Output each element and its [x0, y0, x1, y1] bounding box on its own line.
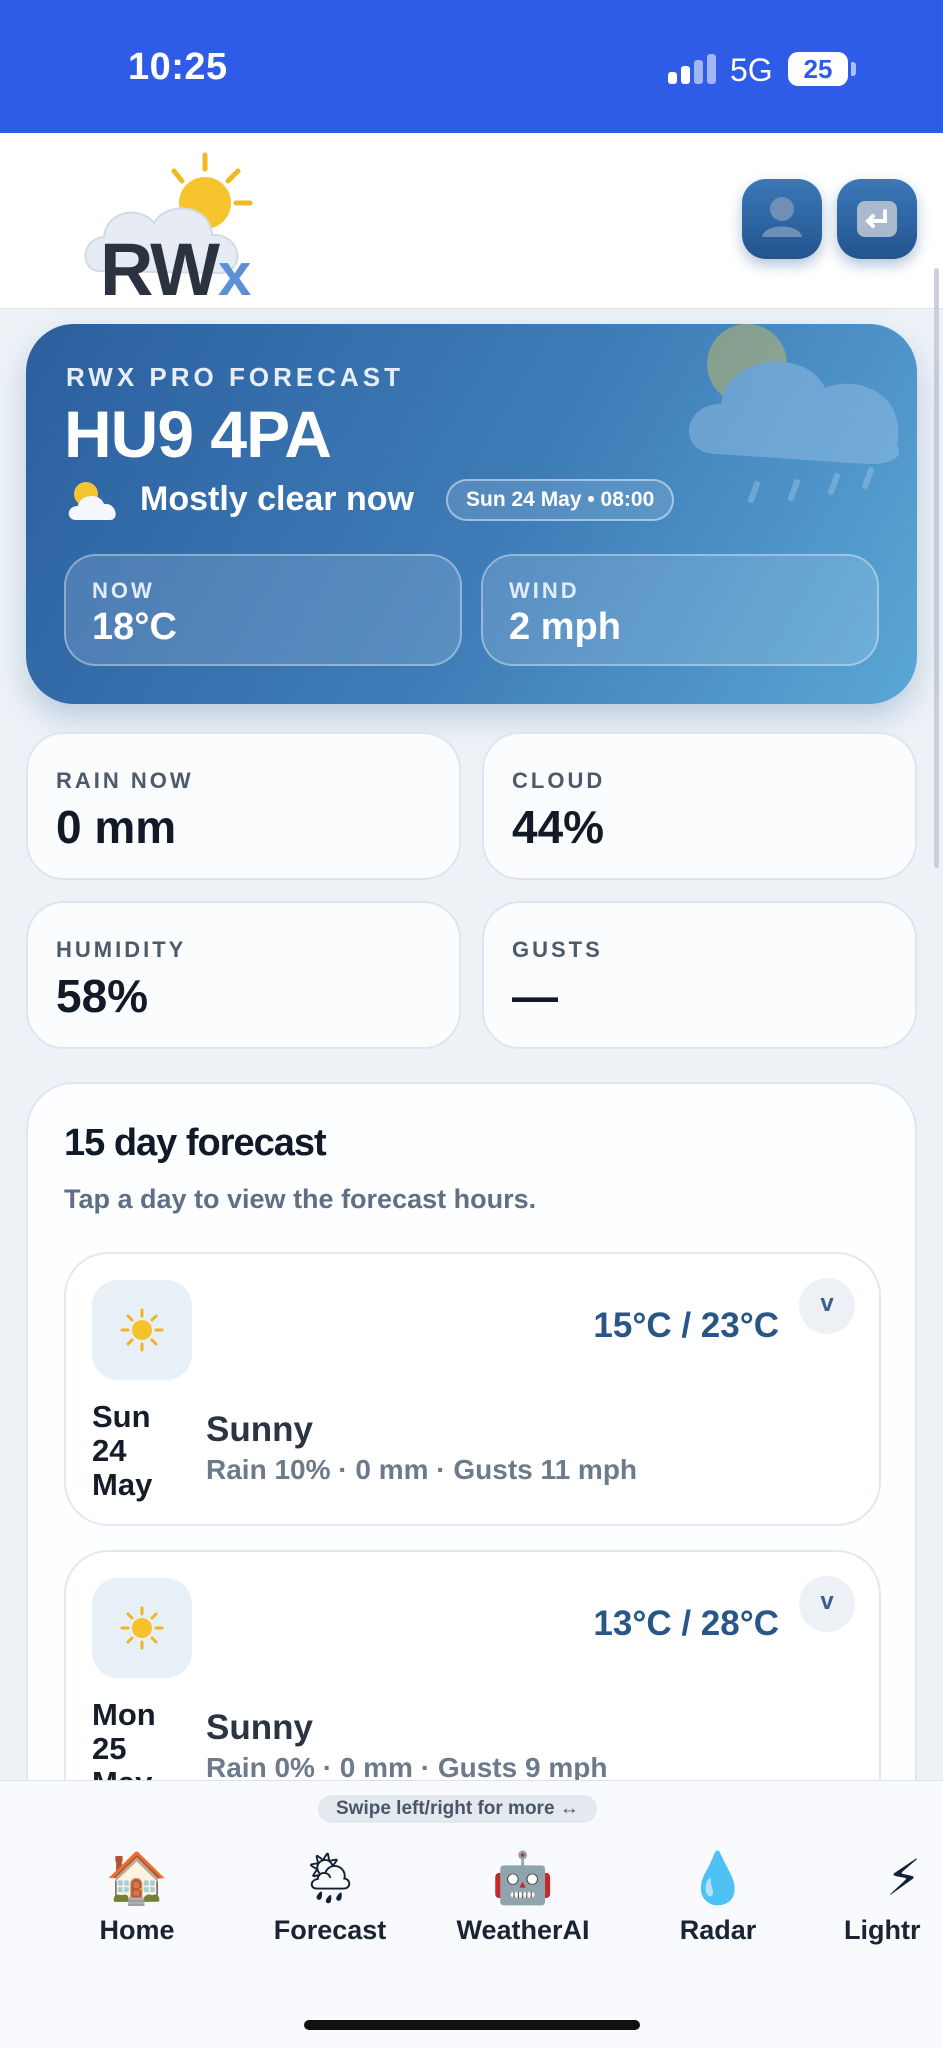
stat-label: CLOUD: [512, 768, 606, 793]
wind-label: WIND: [509, 578, 580, 603]
day-condition: Sunny: [206, 1708, 313, 1747]
now-label: NOW: [92, 578, 155, 603]
forecast-day-card[interactable]: 15°C / 23°C v Sun 24 May Sunny Rain 10% · …: [64, 1252, 881, 1526]
tab-forecast[interactable]: 🌦 Forecast: [235, 1843, 425, 1946]
scrollbar[interactable]: [934, 268, 939, 868]
tab-lightning[interactable]: ⚡ Lightr: [808, 1843, 943, 1946]
forecast-date-badge: Sun 24 May • 08:00: [446, 479, 675, 521]
person-icon: [762, 197, 802, 237]
sun-icon: [120, 1308, 164, 1352]
cloud-tile: CLOUD 44%: [482, 732, 917, 880]
tab-label: Home: [99, 1915, 175, 1945]
tab-label: Forecast: [273, 1915, 387, 1945]
profile-button[interactable]: [742, 179, 822, 259]
day-weather-icon-box: [92, 1578, 192, 1678]
home-indicator[interactable]: [304, 2020, 640, 2030]
location-postcode: HU9 4PA: [64, 397, 332, 471]
day-weather-icon-box: [92, 1280, 192, 1380]
house-icon: 🏠: [105, 1850, 169, 1906]
stat-value: —: [512, 970, 558, 1022]
stat-label: HUMIDITY: [56, 937, 187, 962]
tab-label: Lightr: [844, 1915, 921, 1945]
day-temperature-range: 15°C / 23°C: [593, 1306, 779, 1345]
tab-radar[interactable]: 💧 Radar: [623, 1843, 813, 1946]
expand-chevron-button[interactable]: v: [799, 1278, 855, 1334]
day-temperature-range: 13°C / 28°C: [593, 1604, 779, 1643]
day-details: Rain 10% · 0 mm · Gusts 11 mph: [206, 1454, 638, 1485]
gusts-tile: GUSTS —: [482, 901, 917, 1049]
rain-now-tile: RAIN NOW 0 mm: [26, 732, 461, 880]
tab-home[interactable]: 🏠 Home: [42, 1843, 232, 1946]
bottom-tab-bar: Swipe left/right for more ↔ 🏠 Home 🌦 For…: [0, 1780, 943, 2048]
forecast-title: 15 day forecast: [64, 1122, 327, 1164]
day-condition: Sunny: [206, 1410, 313, 1449]
rain-cloud-icon: [688, 324, 900, 503]
now-temperature-tile: NOW 18°C: [64, 554, 462, 666]
lightning-icon: ⚡: [886, 1850, 922, 1906]
battery-icon: 25: [788, 52, 848, 86]
rwx-logo[interactable]: RWx: [80, 151, 260, 311]
now-value: 18°C: [92, 606, 177, 648]
app-header: RWx: [0, 133, 943, 311]
stat-value: 44%: [512, 801, 605, 853]
return-button[interactable]: [837, 179, 917, 259]
wind-value: 2 mph: [509, 606, 621, 648]
stat-label: RAIN NOW: [56, 768, 194, 793]
robot-icon: 🤖: [491, 1850, 555, 1906]
stat-value: 58%: [56, 970, 149, 1022]
stat-label: GUSTS: [512, 937, 603, 962]
tab-weatherai[interactable]: 🤖 WeatherAI: [428, 1843, 618, 1946]
tab-label: Radar: [679, 1915, 757, 1945]
logo-text: RWx: [100, 228, 251, 311]
status-bar: 10:25 5G 25: [0, 0, 943, 133]
forecast-subtitle: Tap a day to view the forecast hours.: [64, 1184, 537, 1214]
sun-icon: [120, 1606, 164, 1650]
return-arrow-icon: [857, 201, 897, 237]
wind-tile: WIND 2 mph: [481, 554, 879, 666]
humidity-tile: HUMIDITY 58%: [26, 901, 461, 1049]
sun-rain-cloud-icon: 🌦: [298, 1850, 362, 1906]
hero-forecast-card: RWX PRO FORECAST HU9 4PA Mostly clear no…: [26, 324, 917, 704]
signal-icon: [668, 54, 716, 84]
sun-behind-cloud-icon: [68, 482, 116, 520]
tab-label: WeatherAI: [456, 1915, 590, 1945]
day-date: Sun 24 May: [92, 1399, 153, 1502]
stat-value: 0 mm: [56, 801, 177, 853]
hero-label: RWX PRO FORECAST: [66, 362, 404, 392]
droplet-icon: 💧: [686, 1850, 750, 1906]
network-type: 5G: [730, 52, 773, 88]
status-time: 10:25: [128, 46, 228, 88]
current-condition: Mostly clear now: [140, 480, 414, 518]
swipe-hint: Swipe left/right for more ↔: [318, 1795, 597, 1823]
expand-chevron-button[interactable]: v: [799, 1576, 855, 1632]
battery-tip: [851, 62, 856, 76]
